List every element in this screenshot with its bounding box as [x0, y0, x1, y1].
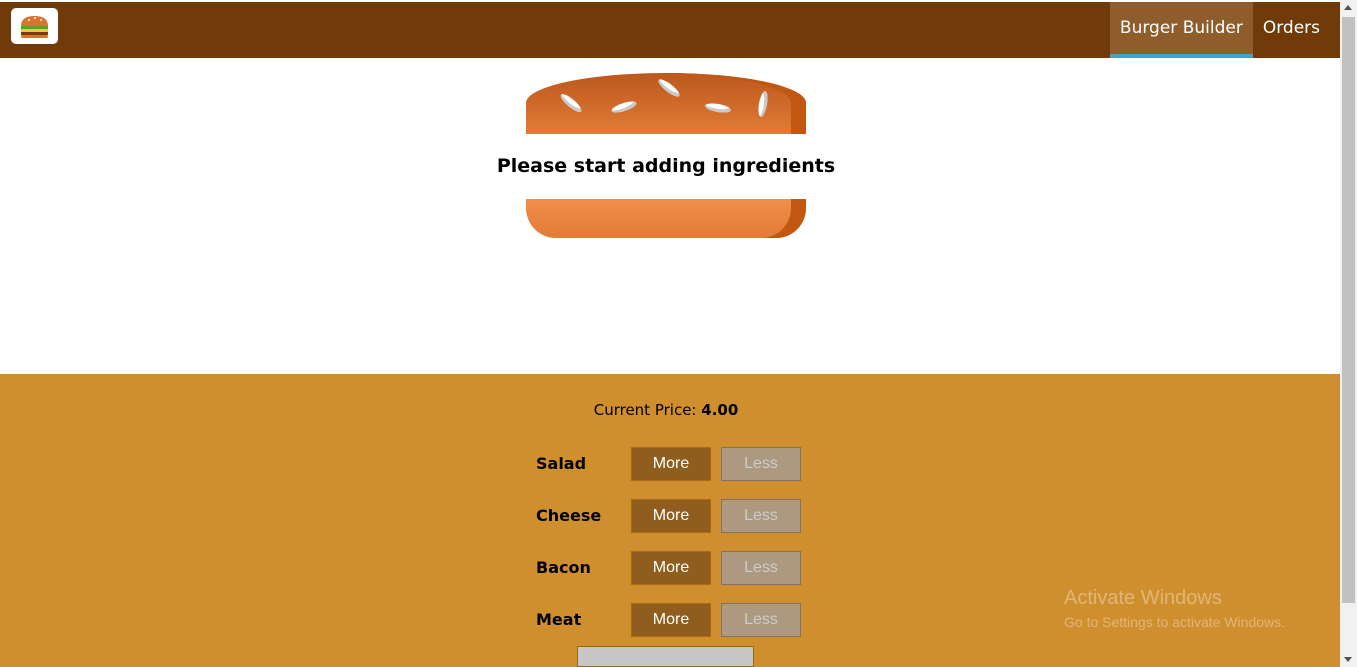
salad-less-button[interactable]: Less	[721, 447, 801, 481]
logo[interactable]	[11, 8, 58, 44]
salad-more-button[interactable]: More	[631, 447, 711, 481]
bread-top	[526, 73, 806, 134]
sesame-seed	[610, 99, 638, 115]
sesame-seed	[756, 90, 770, 118]
scroll-down-arrow-icon[interactable]	[1344, 657, 1352, 662]
app-page: Burger Builder Orders Please start addin…	[0, 0, 1340, 667]
empty-burger-message: Please start adding ingredients	[496, 155, 836, 177]
ingredient-label: Cheese	[536, 506, 602, 525]
vertical-scrollbar[interactable]	[1340, 0, 1357, 667]
cheese-more-button[interactable]: More	[631, 499, 711, 533]
burger-logo-icon	[21, 16, 48, 38]
nav-item-orders[interactable]: Orders	[1253, 2, 1330, 58]
sesame-seed	[656, 76, 682, 100]
ingredient-label: Meat	[536, 610, 582, 629]
ingredient-label: Salad	[536, 454, 587, 473]
nav-menu: Burger Builder Orders	[1109, 2, 1340, 58]
watermark-subtitle: Go to Settings to activate Windows.	[1064, 614, 1285, 630]
scrollbar-thumb[interactable]	[1342, 17, 1355, 603]
price-label: Current Price:	[593, 401, 697, 419]
sesame-seed	[704, 101, 732, 115]
meat-less-button[interactable]: Less	[721, 603, 801, 637]
nav-item-burger-builder[interactable]: Burger Builder	[1109, 2, 1253, 58]
sesame-seed	[558, 91, 584, 115]
ingredient-label: Bacon	[536, 558, 591, 577]
bacon-less-button[interactable]: Less	[721, 551, 801, 585]
bread-bottom	[526, 199, 806, 238]
cheese-less-button[interactable]: Less	[721, 499, 801, 533]
current-price: Current Price: 4.00	[0, 401, 1332, 419]
meat-more-button[interactable]: More	[631, 603, 711, 637]
watermark-title: Activate Windows	[1064, 587, 1222, 609]
bacon-more-button[interactable]: More	[631, 551, 711, 585]
price-value: 4.00	[701, 401, 739, 419]
order-now-button[interactable]	[577, 646, 754, 667]
scroll-up-arrow-icon[interactable]	[1344, 5, 1352, 10]
activate-windows-watermark: Activate Windows Go to Settings to activ…	[1064, 587, 1285, 630]
toolbar: Burger Builder Orders	[0, 2, 1340, 58]
